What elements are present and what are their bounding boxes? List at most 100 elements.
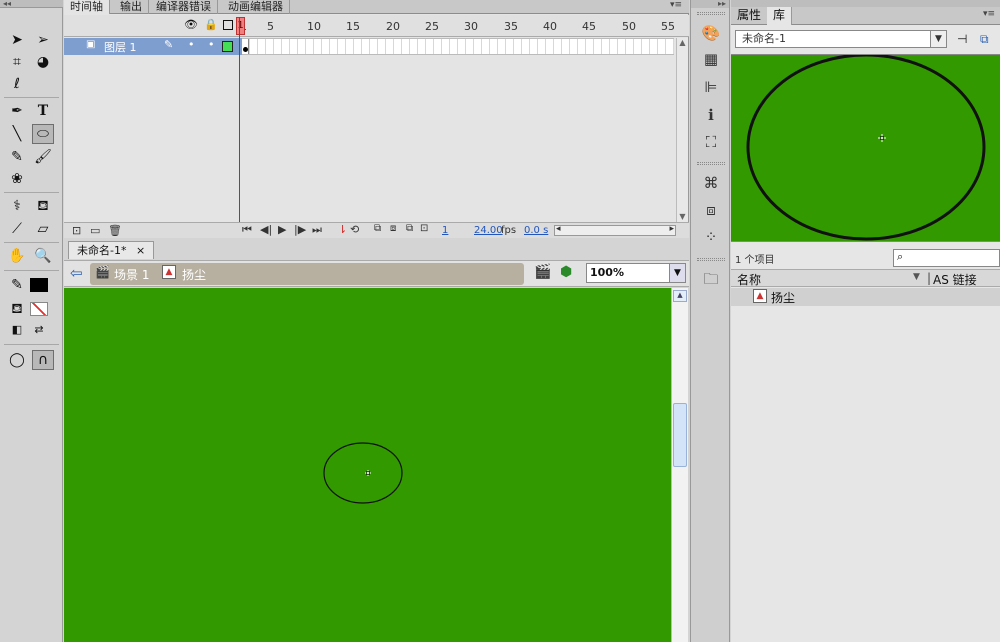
chevron-down-icon[interactable]: ▼ <box>930 31 946 47</box>
list-item[interactable]: ▲ 扬尘 <box>731 288 1000 306</box>
line-icon[interactable]: ╲ <box>6 124 28 144</box>
loop-icon[interactable]: ⟲ <box>350 223 359 236</box>
tab-library[interactable]: 库 <box>767 7 793 25</box>
stage-canvas[interactable] <box>64 288 671 642</box>
motion-presets-icon[interactable]: ⁘ <box>700 226 722 248</box>
pin-icon[interactable]: ⊣ <box>957 32 967 46</box>
scroll-thumb[interactable] <box>673 403 687 467</box>
text-icon[interactable]: T <box>32 101 54 121</box>
3d-rotation-icon[interactable]: ◕ <box>32 52 54 72</box>
pen-icon[interactable]: ✒ <box>6 101 28 121</box>
next-frame-icon[interactable]: |▶ <box>294 223 306 236</box>
new-layer-icon[interactable]: ⊡ <box>72 224 81 237</box>
outline-icon[interactable] <box>223 20 233 30</box>
dock-grip[interactable] <box>697 258 725 261</box>
tools-collapse-bar[interactable]: ◂◂ <box>0 0 63 8</box>
zoom-select[interactable]: 100% ▼ <box>586 263 686 283</box>
free-transform-icon[interactable]: ⌗ <box>6 52 28 72</box>
layer-outline-color[interactable] <box>222 41 233 52</box>
deco-icon[interactable]: ❀ <box>6 169 28 189</box>
transform-icon[interactable]: ⛶ <box>700 131 722 153</box>
tab-timeline[interactable]: 时间轴 <box>64 0 110 14</box>
selection-icon[interactable]: ➤ <box>6 30 28 50</box>
frame-rate-readout[interactable]: 24.00 <box>474 225 503 236</box>
scroll-left-icon[interactable]: ◂ <box>556 224 561 234</box>
library-document-select[interactable]: 未命名-1 ▼ <box>735 30 947 48</box>
stage-scrollbar[interactable]: ▲ <box>671 288 688 642</box>
library-collapse-bar[interactable] <box>731 0 1000 7</box>
dock-grip[interactable] <box>697 162 725 165</box>
layer-name[interactable]: 图层 1 <box>104 39 137 55</box>
oval-shape[interactable] <box>323 442 403 504</box>
tab-motion-editor[interactable]: 动画编辑器 <box>222 0 290 14</box>
new-library-icon[interactable]: ⧉ <box>980 32 989 47</box>
column-name-header[interactable]: 名称 <box>737 271 761 288</box>
library-item-name[interactable]: 扬尘 <box>771 289 795 306</box>
swatches-icon[interactable]: ▦ <box>700 48 722 70</box>
panel-menu-icon[interactable]: ▾≡ <box>983 9 995 19</box>
frame-grid[interactable] <box>242 38 674 55</box>
dock-grip[interactable] <box>697 12 725 15</box>
eraser-icon[interactable]: ▱ <box>32 219 54 239</box>
delete-layer-icon[interactable]: 🗑 <box>108 224 122 237</box>
onion-markers-icon[interactable]: ⊡ <box>420 223 428 234</box>
eyedropper-icon[interactable]: ⟋ <box>6 219 28 239</box>
library-search-input[interactable]: ⌕ <box>893 249 1000 267</box>
layer-lock-dot[interactable]: • <box>208 38 215 51</box>
new-folder-icon[interactable]: ▭ <box>90 224 100 237</box>
play-icon[interactable]: ▶ <box>278 223 286 236</box>
actions-icon[interactable]: ⌘ <box>700 172 722 194</box>
stroke-color-swatch[interactable] <box>30 278 48 292</box>
color-panel-icon[interactable]: 🎨 <box>700 22 722 44</box>
lasso-icon[interactable]: ℓ <box>6 74 28 94</box>
stroke-color-icon[interactable]: ✎ <box>6 275 28 295</box>
column-linkage-header[interactable]: AS 链接 <box>933 271 977 288</box>
tab-properties[interactable]: 属性 <box>731 7 769 25</box>
eye-icon[interactable]: 👁 <box>184 18 198 31</box>
brush-icon[interactable]: 🖌 <box>32 147 54 167</box>
layer-row[interactable]: ▣ 图层 1 ✎ • • <box>64 38 242 55</box>
scroll-right-icon[interactable]: ▸ <box>669 224 674 234</box>
subselection-icon[interactable]: ➢ <box>32 30 54 50</box>
lock-icon[interactable]: 🔒 <box>204 18 218 31</box>
scroll-up-icon[interactable]: ▲ <box>677 38 688 49</box>
tab-compiler-errors[interactable]: 编译器错误 <box>150 0 218 14</box>
default-colors-icon[interactable]: ◧ <box>6 320 28 340</box>
last-frame-icon[interactable]: ⏭ <box>312 223 322 237</box>
panel-menu-icon[interactable]: ▾≡ <box>670 0 682 10</box>
layer-visible-dot[interactable]: • <box>188 38 195 51</box>
bone-icon[interactable]: ⚕ <box>6 196 28 216</box>
edit-symbols-icon[interactable]: ⬢ <box>560 264 572 280</box>
breadcrumb-scene[interactable]: 场景 1 <box>114 266 149 283</box>
center-frame-icon[interactable]: ⇂ <box>338 223 347 236</box>
close-icon[interactable]: × <box>136 244 145 257</box>
breadcrumb-symbol[interactable]: 扬尘 <box>182 266 206 283</box>
components-icon[interactable]: ⧈ <box>700 199 722 221</box>
project-icon[interactable]: 🗀 <box>700 268 722 290</box>
align-icon[interactable]: ⊫ <box>700 76 722 98</box>
current-frame-readout[interactable]: 1 <box>442 225 448 236</box>
dock-collapse-bar[interactable]: ▸▸ <box>691 0 729 8</box>
paint-bucket-icon[interactable]: ⛾ <box>32 196 54 216</box>
document-tab[interactable]: 未命名-1* × <box>68 241 155 259</box>
oval-icon[interactable]: ⬭ <box>32 124 54 144</box>
onion-outline-icon[interactable]: ⧈ <box>390 223 396 234</box>
zoom-icon[interactable]: 🔍 <box>32 246 54 266</box>
hand-icon[interactable]: ✋ <box>6 246 28 266</box>
playhead[interactable]: 1 <box>236 17 245 35</box>
elapsed-time-readout[interactable]: 0.0 s <box>524 225 548 236</box>
fill-color-icon[interactable]: ⛾ <box>6 299 28 319</box>
tab-output[interactable]: 输出 <box>114 0 149 14</box>
timeline-scrollbar[interactable]: ▲ ▼ <box>676 38 688 223</box>
edit-multiple-icon[interactable]: ⧉ <box>406 223 413 234</box>
object-drawing-icon[interactable]: ◯ <box>6 350 28 370</box>
onion-skin-icon[interactable]: ⧉ <box>374 223 381 234</box>
edit-scene-icon[interactable]: 🎬 <box>534 264 551 280</box>
pencil-icon[interactable]: ✎ <box>6 147 28 167</box>
swap-colors-icon[interactable]: ⇄ <box>28 320 50 340</box>
sort-icon[interactable]: ▼ <box>913 272 920 282</box>
snap-magnet-icon[interactable]: ∩ <box>32 350 54 370</box>
chevron-down-icon[interactable]: ▼ <box>669 264 685 282</box>
scroll-up-icon[interactable]: ▲ <box>673 290 687 302</box>
fill-color-swatch[interactable] <box>30 302 48 316</box>
